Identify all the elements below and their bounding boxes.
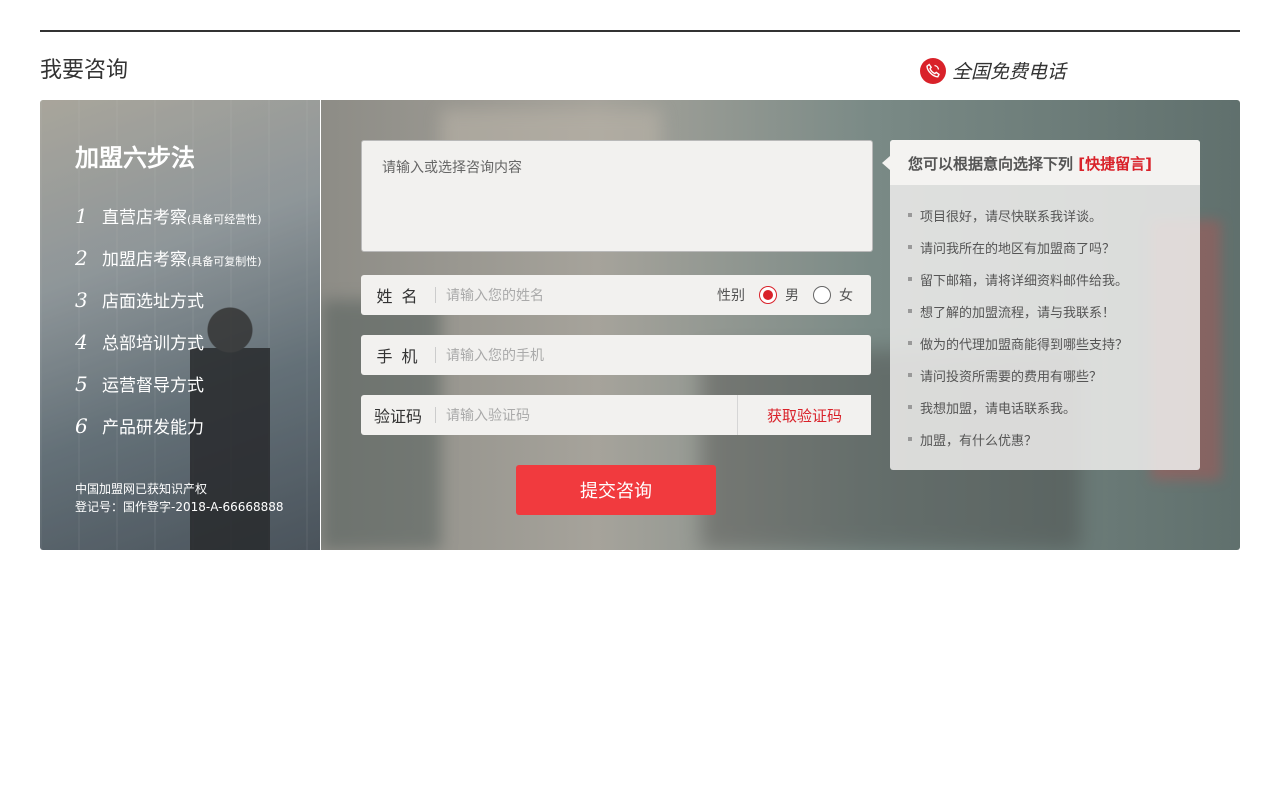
consult-placeholder: 请输入或选择咨询内容 <box>382 160 522 176</box>
bullet-icon <box>908 341 912 345</box>
quick-message-item[interactable]: 加盟，有什么优惠？ <box>908 423 1182 455</box>
quick-message-text: 请问我所在的地区有加盟商了吗？ <box>920 241 1116 257</box>
copyright-line2: 登记号：国作登字-2018-A-66668888 <box>75 500 284 514</box>
page-title: 我要咨询 <box>40 58 129 83</box>
quick-message-text: 加盟，有什么优惠？ <box>920 433 1038 449</box>
bullet-icon <box>908 437 912 441</box>
step-item: 5 运营督导方式 <box>75 371 204 396</box>
step-item: 2 加盟店考察 (具备可复制性) <box>75 245 262 270</box>
step-item: 6 产品研发能力 <box>75 413 204 438</box>
get-code-button[interactable]: 获取验证码 <box>737 395 871 435</box>
quick-message-item[interactable]: 留下邮箱，请将详细资料邮件给我。 <box>908 263 1182 295</box>
step-item: 1 直营店考察 (具备可经营性) <box>75 203 262 228</box>
step-number: 5 <box>75 372 88 396</box>
step-label: 店面选址方式 <box>102 292 204 312</box>
quick-message-link[interactable]: [快捷留言] <box>1078 155 1152 173</box>
step-number: 3 <box>75 288 88 312</box>
steps-title: 加盟六步法 <box>75 144 195 172</box>
quick-message-text: 想了解的加盟流程，请与我联系！ <box>920 305 1116 321</box>
submit-button[interactable]: 提交咨询 <box>516 465 716 515</box>
code-input[interactable]: 请输入验证码 <box>436 405 737 425</box>
step-label: 产品研发能力 <box>102 418 204 438</box>
bullet-icon <box>908 405 912 409</box>
code-row: 验证码 请输入验证码 获取验证码 <box>361 395 871 435</box>
bullet-icon <box>908 245 912 249</box>
quick-message-item[interactable]: 我想加盟，请电话联系我。 <box>908 391 1182 423</box>
phone-input[interactable]: 请输入您的手机 <box>436 345 871 365</box>
step-item: 4 总部培训方式 <box>75 329 204 354</box>
step-label: 直营店考察 <box>102 208 187 228</box>
quick-message-text: 请问投资所需要的费用有哪些？ <box>920 369 1103 385</box>
step-item: 3 店面选址方式 <box>75 287 204 312</box>
gender-female-label[interactable]: 女 <box>839 285 853 305</box>
bullet-icon <box>908 309 912 313</box>
quick-message-item[interactable]: 请问投资所需要的费用有哪些？ <box>908 359 1182 391</box>
copyright-text: 中国加盟网已获知识产权 登记号：国作登字-2018-A-66668888 <box>75 480 284 516</box>
step-number: 2 <box>75 246 88 270</box>
name-input[interactable]: 请输入您的姓名 <box>436 285 717 305</box>
hotline-label: 全国免费电话 <box>952 61 1067 83</box>
steps-column: 加盟六步法 1 直营店考察 (具备可经营性) 2 加盟店考察 (具备可复制性) 3 店面选址方… <box>40 100 320 550</box>
gender-female-radio[interactable] <box>813 286 831 304</box>
consult-content-textarea[interactable]: 请输入或选择咨询内容 <box>361 140 873 252</box>
quick-message-text: 我想加盟，请电话联系我。 <box>920 401 1077 417</box>
gender-group: 性别 男 女 <box>717 285 853 305</box>
quick-message-list: 项目很好，请尽快联系我详谈。 请问我所在的地区有加盟商了吗？ 留下邮箱，请将详细资料… <box>890 185 1200 455</box>
gender-male-radio[interactable] <box>759 286 777 304</box>
quick-header-text: 您可以根据意向选择下列 <box>908 155 1074 173</box>
step-number: 1 <box>75 204 88 228</box>
gender-male-label[interactable]: 男 <box>785 285 799 305</box>
step-number: 4 <box>75 330 88 354</box>
bullet-icon <box>908 213 912 217</box>
quick-message-item[interactable]: 项目很好，请尽快联系我详谈。 <box>908 199 1182 231</box>
step-number: 6 <box>75 414 88 438</box>
quick-message-text: 做为的代理加盟商能得到哪些支持？ <box>920 337 1129 353</box>
phone-label: 手 机 <box>376 347 420 366</box>
step-label: 总部培训方式 <box>102 334 204 354</box>
gender-label: 性别 <box>717 288 745 304</box>
step-label: 加盟店考察 <box>102 250 187 270</box>
name-row: 姓 名 请输入您的姓名 性别 男 女 <box>361 275 871 315</box>
bullet-icon <box>908 373 912 377</box>
step-note: (具备可经营性) <box>187 213 262 226</box>
form-area: 请输入或选择咨询内容 姓 名 请输入您的姓名 性别 男 女 手 机 请输入您的手… <box>321 100 1240 550</box>
consult-panel: 加盟六步法 1 直营店考察 (具备可经营性) 2 加盟店考察 (具备可复制性) 3 店面选址方… <box>40 100 1240 550</box>
hotline: 全国免费电话 <box>920 57 1066 84</box>
bullet-icon <box>908 277 912 281</box>
quick-message-item[interactable]: 请问我所在的地区有加盟商了吗？ <box>908 231 1182 263</box>
phone-icon <box>920 57 946 84</box>
quick-message-text: 项目很好，请尽快联系我详谈。 <box>920 209 1103 225</box>
quick-message-panel: 您可以根据意向选择下列 [快捷留言] 项目很好，请尽快联系我详谈。 请问我所在的地… <box>882 140 1200 470</box>
quick-message-header: 您可以根据意向选择下列 [快捷留言] <box>890 140 1200 185</box>
quick-message-text: 留下邮箱，请将详细资料邮件给我。 <box>920 273 1129 289</box>
code-label: 验证码 <box>373 407 422 426</box>
quick-message-item[interactable]: 做为的代理加盟商能得到哪些支持？ <box>908 327 1182 359</box>
copyright-line1: 中国加盟网已获知识产权 <box>75 482 208 496</box>
step-label: 运营督导方式 <box>102 376 204 396</box>
top-divider <box>40 30 1240 32</box>
quick-message-item[interactable]: 想了解的加盟流程，请与我联系！ <box>908 295 1182 327</box>
phone-row: 手 机 请输入您的手机 <box>361 335 871 375</box>
name-label: 姓 名 <box>376 287 420 306</box>
step-note: (具备可复制性) <box>187 255 262 268</box>
